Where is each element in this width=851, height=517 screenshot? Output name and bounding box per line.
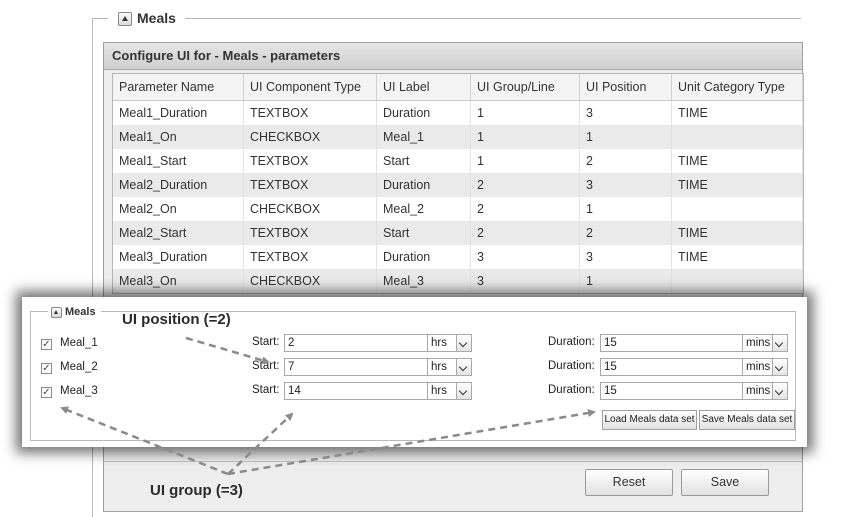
position-arrow (185, 336, 270, 365)
group-arrow-checkbox (60, 406, 229, 476)
group-arrow-start (227, 412, 294, 475)
annotation-arrows (60, 336, 596, 476)
